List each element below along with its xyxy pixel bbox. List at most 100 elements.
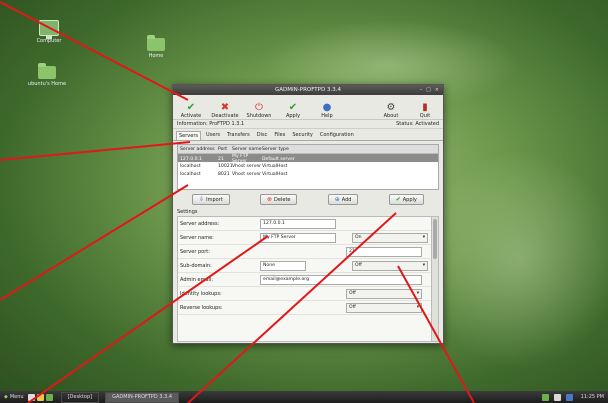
- monitor-icon: [39, 20, 59, 39]
- import-button[interactable]: ⇩ Import: [192, 194, 230, 205]
- apply-toolbar-button[interactable]: ✔ Apply: [279, 102, 307, 119]
- chevron-down-icon: ▾: [422, 263, 425, 268]
- network-icon[interactable]: [541, 393, 549, 401]
- deactivate-label: Deactivate: [211, 113, 239, 119]
- menu-button[interactable]: ◆ Menu: [0, 394, 28, 400]
- chevron-down-icon: ▾: [416, 291, 419, 296]
- activate-button[interactable]: ✔ Activate: [177, 102, 205, 119]
- server-address-input[interactable]: 127.0.0.1: [260, 218, 336, 229]
- window-titlebar[interactable]: GADMIN-PROFTPD 3.3.4 – □ ×: [173, 85, 443, 95]
- settings-title: Settings: [177, 209, 198, 215]
- chevron-down-icon: ▾: [422, 235, 425, 240]
- tab-security[interactable]: Security: [290, 131, 315, 140]
- column-header[interactable]: Port: [218, 147, 232, 152]
- desktop-icon-computer[interactable]: Computer: [24, 20, 74, 44]
- server-button-row: ⇩ Import ⊗ Delete ⊕ Add ✔ Apply: [173, 190, 443, 207]
- column-header[interactable]: Server address: [180, 147, 218, 152]
- combo-value: Off: [349, 305, 356, 310]
- desktop-icon-home[interactable]: Home: [131, 35, 181, 59]
- settings-row: Reverse lookups: Off ▾: [178, 301, 438, 315]
- desktop-icon-user-home[interactable]: ubuntu's Home: [22, 63, 72, 87]
- launcher-browser-icon[interactable]: [45, 393, 53, 401]
- power-icon: ⏻: [255, 102, 263, 113]
- table-cell: Default server: [262, 156, 295, 162]
- add-button[interactable]: ⊕ Add: [327, 194, 359, 205]
- field-label: Server name:: [180, 234, 214, 241]
- column-header[interactable]: Server name: [232, 147, 262, 152]
- add-label: Add: [341, 196, 352, 203]
- column-header[interactable]: Server type: [262, 147, 302, 152]
- subdomain-combo[interactable]: Off ▾: [352, 260, 428, 271]
- tab-transfers[interactable]: Transfers: [225, 131, 252, 140]
- table-cell: My FTP Server: [232, 154, 249, 164]
- task-desktop[interactable]: [Desktop]: [60, 391, 100, 403]
- table-row[interactable]: 127.0.0.1 21 My FTP Server Default serve…: [178, 154, 438, 164]
- subdomain-input[interactable]: None: [260, 260, 306, 271]
- shutdown-label: Shutdown: [246, 113, 272, 119]
- help-button[interactable]: ● Help: [313, 102, 341, 119]
- update-icon[interactable]: [553, 393, 561, 401]
- wallpaper-highlight: [420, 150, 608, 370]
- field-label: Admin email:: [180, 276, 213, 283]
- settings-scrollbar[interactable]: [431, 217, 438, 341]
- settings-row: Admin email: email@example.org: [178, 273, 438, 287]
- apply-button[interactable]: ✔ Apply: [388, 194, 424, 205]
- table-cell: 10021: [218, 163, 233, 169]
- window-title: GADMIN-PROFTPD 3.3.4: [275, 87, 341, 93]
- field-label: Reverse lookups:: [180, 304, 223, 311]
- settings-row: Server port: 21: [178, 245, 438, 259]
- volume-icon[interactable]: [565, 393, 573, 401]
- server-name-input[interactable]: My FTP Server: [260, 232, 336, 243]
- scrollbar-thumb[interactable]: [433, 219, 437, 259]
- identity-lookups-combo[interactable]: Off ▾: [346, 288, 422, 299]
- table-row[interactable]: localhost 10021 Vhost server VirtualHost: [178, 162, 438, 170]
- close-icon[interactable]: ×: [435, 87, 439, 93]
- apply-label: Apply: [285, 113, 301, 119]
- folder-icon: [147, 35, 165, 51]
- minimize-icon[interactable]: –: [420, 87, 423, 93]
- table-cell: Vhost server: [232, 163, 262, 169]
- table-row[interactable]: localhost 8021 Vhost server VirtualHost: [178, 170, 438, 178]
- delete-label: Delete: [274, 196, 291, 203]
- tab-bar: Servers Users Transfers Disc Files Secur…: [173, 129, 443, 141]
- help-icon: ●: [322, 102, 332, 113]
- table-cell: 127.0.0.1: [180, 156, 202, 162]
- reverse-lookups-combo[interactable]: Off ▾: [346, 302, 422, 313]
- check-icon: ✔: [288, 102, 298, 113]
- system-tray: 11:25 PM: [541, 393, 608, 401]
- task-gadmin-proftpd[interactable]: GADMIN-PROFTPD 3.3.4: [105, 391, 180, 403]
- shutdown-button[interactable]: ⏻ Shutdown: [245, 102, 273, 119]
- clock[interactable]: 11:25 PM: [581, 394, 604, 400]
- launcher-folder-icon[interactable]: [36, 393, 44, 401]
- tab-servers[interactable]: Servers: [176, 131, 202, 140]
- callout-line-tabs: [0, 141, 191, 161]
- check-icon: ✔: [395, 196, 401, 203]
- server-name-combo[interactable]: On ▾: [352, 232, 428, 243]
- launcher-terminal-icon[interactable]: [27, 393, 35, 401]
- info-text: Information: ProFTPD 1.3.1: [177, 121, 245, 127]
- table-cell: 8021: [218, 171, 230, 177]
- server-table: Server address Port Server name Server t…: [177, 144, 439, 190]
- settings-row: Sub-domain: None Off ▾: [178, 259, 438, 273]
- maximize-icon[interactable]: □: [426, 87, 431, 93]
- table-cell: localhost: [180, 163, 201, 169]
- delete-icon: ⊗: [267, 196, 273, 203]
- server-port-spin[interactable]: 21: [346, 246, 422, 257]
- table-cell: Vhost server: [232, 171, 262, 177]
- table-cell: localhost: [180, 171, 201, 177]
- tab-files[interactable]: Files: [272, 131, 287, 140]
- import-label: Import: [206, 196, 223, 203]
- tab-disc[interactable]: Disc: [255, 131, 270, 140]
- desktop-icon-label: ubuntu's Home: [27, 81, 67, 87]
- tab-users[interactable]: Users: [204, 131, 222, 140]
- quit-label: Quit: [419, 113, 431, 119]
- quit-button[interactable]: ▮ Quit: [411, 102, 439, 119]
- admin-email-input[interactable]: email@example.org: [260, 274, 422, 285]
- taskbar: ◆ Menu [Desktop] GADMIN-PROFTPD 3.3.4 11…: [0, 391, 608, 403]
- exit-icon: ▮: [422, 102, 428, 113]
- deactivate-button[interactable]: ✖ Deactivate: [211, 102, 239, 119]
- status-text: Status: Activated: [396, 121, 439, 127]
- about-button[interactable]: ⚙ About: [377, 102, 405, 119]
- tab-configuration[interactable]: Configuration: [318, 131, 356, 140]
- delete-button[interactable]: ⊗ Delete: [260, 194, 298, 205]
